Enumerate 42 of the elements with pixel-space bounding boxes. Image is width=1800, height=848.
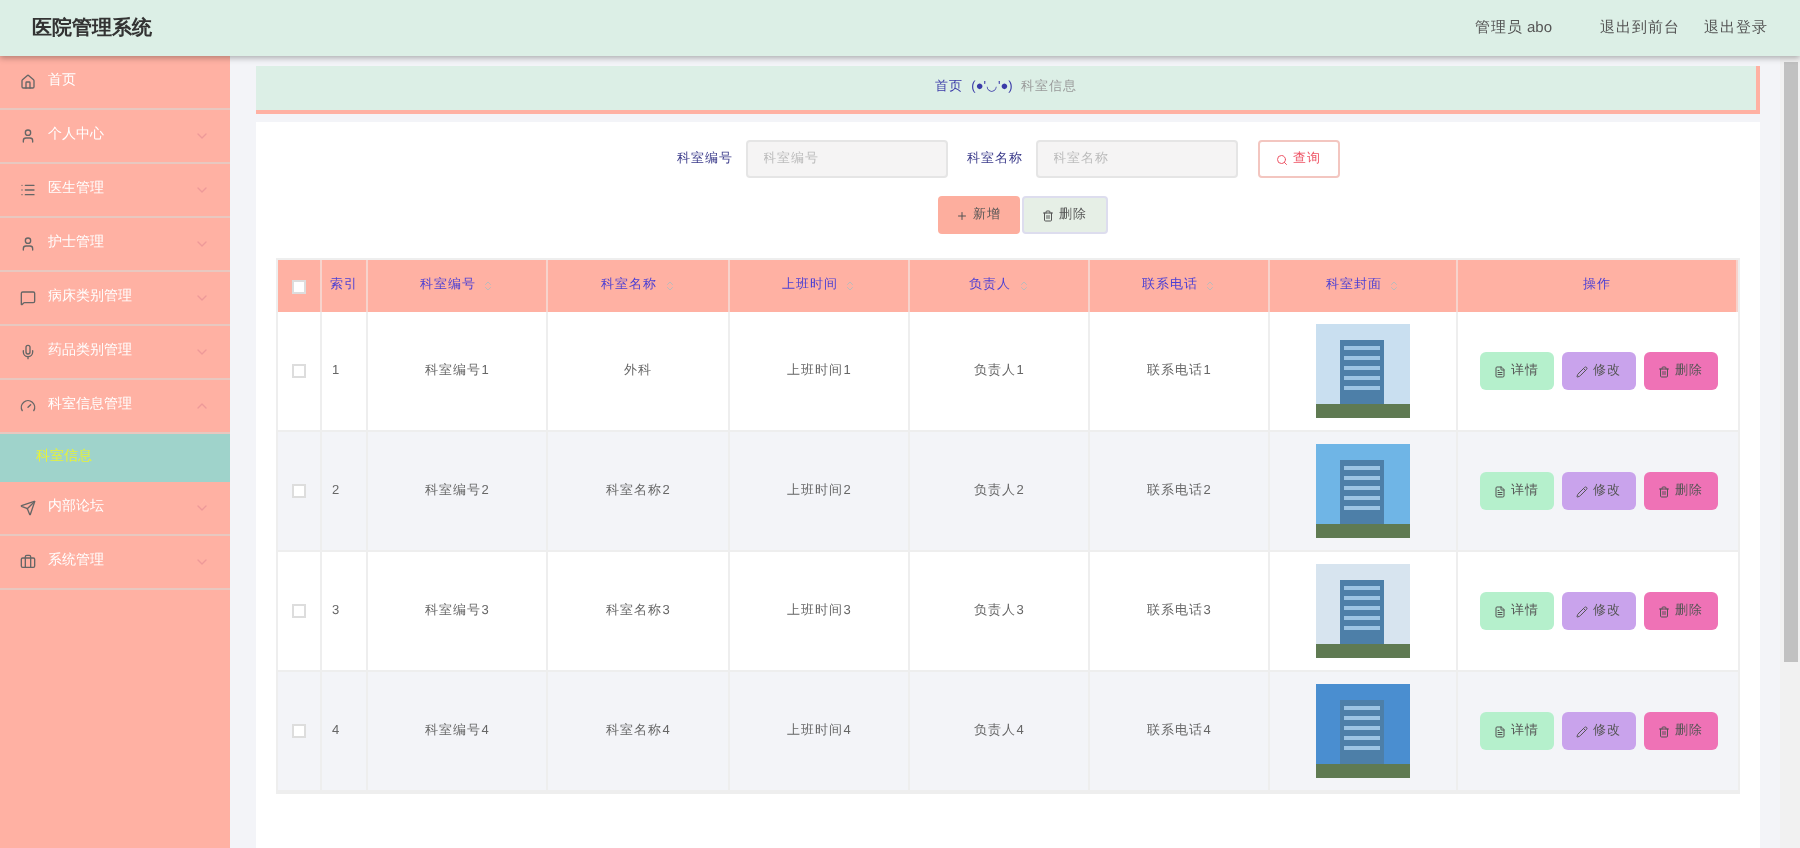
checkbox[interactable] [292, 724, 306, 738]
document-icon [1493, 485, 1505, 497]
trash-icon [1657, 605, 1669, 617]
chevron-down-icon [194, 500, 210, 516]
checkbox[interactable] [292, 604, 306, 618]
trash-icon [1657, 485, 1669, 497]
trash-icon [1657, 725, 1669, 737]
chevron-down-icon [194, 182, 210, 198]
pencil-icon [1575, 365, 1587, 377]
search-icon [1275, 153, 1287, 165]
checkbox[interactable] [292, 364, 306, 378]
building-photo [1316, 444, 1410, 538]
chevron-down-icon [194, 290, 210, 306]
checkbox[interactable] [292, 279, 306, 293]
pencil-icon [1575, 485, 1587, 497]
chevron-down-icon [194, 554, 210, 570]
building-photo [1316, 324, 1410, 418]
paper-plane-icon [20, 500, 36, 516]
document-icon [1493, 365, 1505, 377]
document-icon [1493, 605, 1505, 617]
gauge-icon [20, 398, 36, 414]
building-photo [1316, 684, 1410, 778]
chevron-down-icon [194, 236, 210, 252]
chevron-down-icon [194, 344, 210, 360]
chevron-down-icon [194, 128, 210, 144]
list-icon [20, 182, 36, 198]
trash-icon [1041, 209, 1053, 221]
pencil-icon [1575, 605, 1587, 617]
plus-icon [955, 209, 967, 221]
pencil-icon [1575, 725, 1587, 737]
checkbox[interactable] [292, 484, 306, 498]
home-icon [20, 74, 36, 90]
user-icon [20, 128, 36, 144]
building-photo [1316, 564, 1410, 658]
chevron-up-icon [194, 398, 210, 414]
microphone-icon [20, 344, 36, 360]
briefcase-icon [20, 554, 36, 570]
app-title: 医院管理系统 [32, 15, 154, 43]
chat-icon [20, 290, 36, 306]
trash-icon [1657, 365, 1669, 377]
document-icon [1493, 725, 1505, 737]
user-icon [20, 236, 36, 252]
